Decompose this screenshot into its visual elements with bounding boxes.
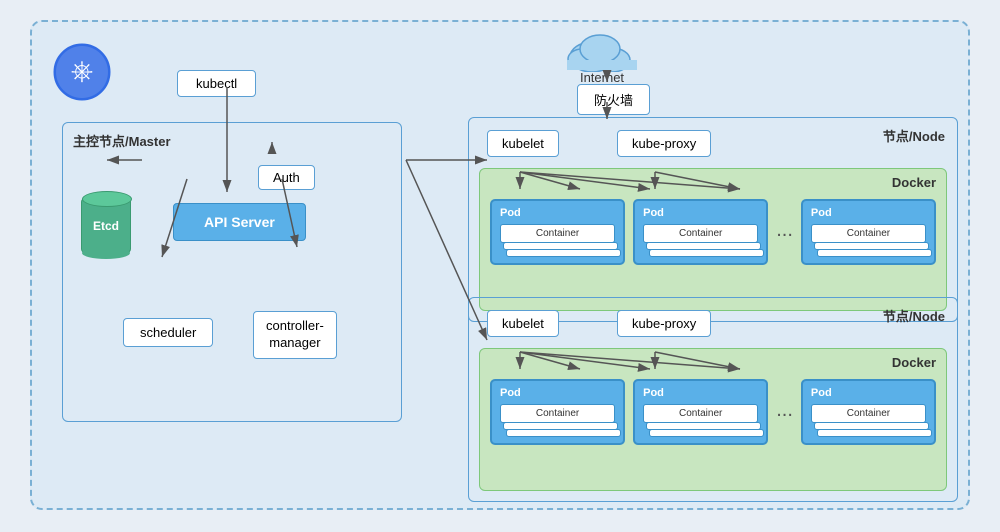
- node2-pod1-shadow1: [503, 422, 618, 430]
- node2-pod3-shadow2: [817, 429, 932, 437]
- controller-label: controller-manager: [266, 318, 324, 350]
- node1-pod3-title: Pod: [811, 207, 926, 219]
- node2-pod1-shadow2: [506, 429, 621, 437]
- node2-pod2-shadow1: [646, 422, 761, 430]
- node1-pod3: Pod Container: [801, 199, 936, 265]
- node2-pod2-shadow2: [649, 429, 764, 437]
- node2-dots: ...: [776, 379, 793, 422]
- node1-kube-proxy-box: kube-proxy: [617, 130, 711, 157]
- node1-pod1-shadow1: [503, 242, 618, 250]
- node2-pod2-title: Pod: [643, 387, 758, 399]
- internet-cloud: Internet: [562, 27, 642, 85]
- node2-pod3-container: Container: [811, 404, 926, 423]
- node2-kube-proxy-box: kube-proxy: [617, 310, 711, 337]
- node2-pod2: Pod Container: [633, 379, 768, 445]
- node2-docker-area: Docker Pod Container Pod Container: [479, 348, 947, 491]
- node2-kube-proxy-label: kube-proxy: [632, 316, 696, 331]
- svg-text:⎈: ⎈: [71, 55, 93, 86]
- node1-pod1-title: Pod: [500, 207, 615, 219]
- node1-docker-area: Docker Pod Container Pod Container: [479, 168, 947, 311]
- node1-kubelet-box: kubelet: [487, 130, 559, 157]
- node2-section: 节点/Node kubelet kube-proxy Docker Pod Co…: [468, 297, 958, 502]
- node2-pod2-container: Container: [643, 404, 758, 423]
- auth-label: Auth: [273, 170, 300, 185]
- main-container: ⎈ Internet 防火墙 kubectl 主控节点/Master Etcd: [30, 20, 970, 510]
- master-label: 主控节点/Master: [73, 131, 171, 150]
- auth-box: Auth: [258, 165, 315, 190]
- node1-pod2-shadow1: [646, 242, 761, 250]
- firewall-label: 防火墙: [594, 93, 633, 108]
- node1-pod1-container: Container: [500, 224, 615, 243]
- internet-label: Internet: [562, 70, 642, 85]
- scheduler-label: scheduler: [140, 325, 196, 340]
- controller-manager-box: controller-manager: [253, 311, 337, 359]
- etcd-container: Etcd: [81, 198, 131, 253]
- etcd-label: Etcd: [93, 219, 119, 233]
- node1-pods-row: Pod Container Pod Container ... Pod: [490, 199, 936, 265]
- node1-label: 节点/Node: [883, 126, 945, 145]
- node2-label: 节点/Node: [883, 306, 945, 325]
- node2-kubelet-box: kubelet: [487, 310, 559, 337]
- etcd-cylinder: Etcd: [81, 198, 131, 253]
- node1-pod2-title: Pod: [643, 207, 758, 219]
- node2-kubelet-label: kubelet: [502, 316, 544, 331]
- node1-pod1: Pod Container: [490, 199, 625, 265]
- node2-pod3-title: Pod: [811, 387, 926, 399]
- node1-section: 节点/Node kubelet kube-proxy Docker Pod Co…: [468, 117, 958, 322]
- firewall-box: 防火墙: [577, 84, 650, 115]
- node1-pod1-shadow2: [506, 249, 621, 257]
- node2-pod3-shadow1: [814, 422, 929, 430]
- node2-pod1-container: Container: [500, 404, 615, 423]
- node1-pod2-container: Container: [643, 224, 758, 243]
- kubectl-label: kubectl: [196, 76, 237, 91]
- node1-pod3-shadow1: [814, 242, 929, 250]
- node1-pod3-shadow2: [817, 249, 932, 257]
- k8s-logo: ⎈: [52, 42, 112, 102]
- node2-docker-label: Docker: [892, 355, 936, 370]
- api-server-label: API Server: [204, 214, 275, 230]
- node1-pod3-container: Container: [811, 224, 926, 243]
- node1-docker-label: Docker: [892, 175, 936, 190]
- node2-pod3: Pod Container: [801, 379, 936, 445]
- node2-pod1: Pod Container: [490, 379, 625, 445]
- api-server-box: API Server: [173, 203, 306, 241]
- node1-kube-proxy-label: kube-proxy: [632, 136, 696, 151]
- node1-kubelet-label: kubelet: [502, 136, 544, 151]
- kubectl-box: kubectl: [177, 70, 256, 97]
- node2-pods-row: Pod Container Pod Container ... Pod: [490, 379, 936, 445]
- node1-pod2: Pod Container: [633, 199, 768, 265]
- scheduler-box: scheduler: [123, 318, 213, 347]
- cloud-icon: [562, 27, 642, 72]
- node2-pod1-title: Pod: [500, 387, 615, 399]
- node1-pod2-shadow2: [649, 249, 764, 257]
- node1-dots: ...: [776, 199, 793, 242]
- master-section: 主控节点/Master Etcd Auth API Server schedul…: [62, 122, 402, 422]
